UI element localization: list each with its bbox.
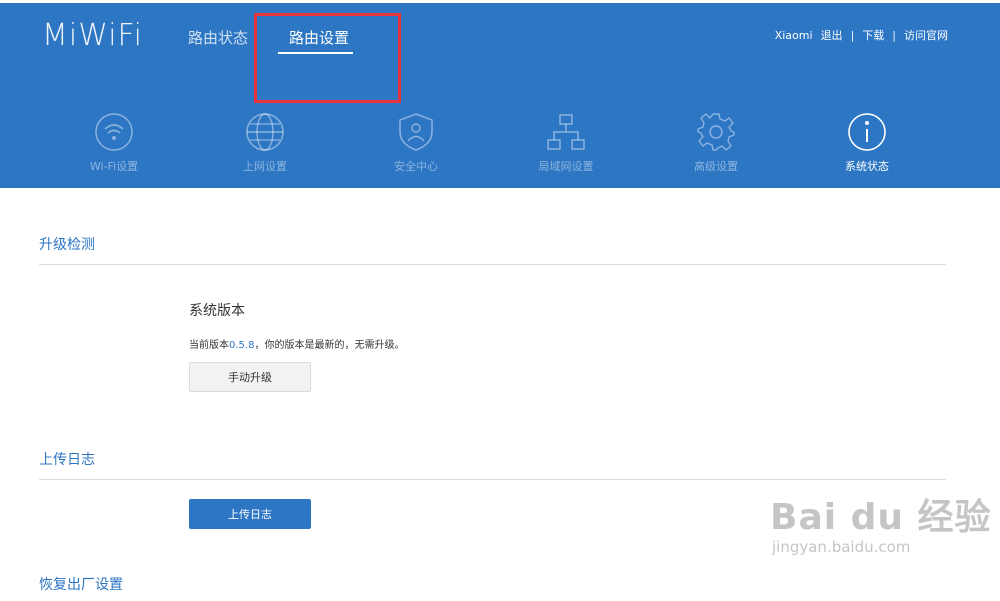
shield-icon: [399, 113, 433, 151]
top-border: [0, 0, 1000, 3]
watermark-url: jingyan.baidu.com: [772, 538, 911, 556]
upload-log-button[interactable]: 上传日志: [189, 499, 311, 529]
logout-link[interactable]: 退出: [821, 27, 843, 43]
tab-router-status[interactable]: 路由状态: [188, 27, 248, 48]
nav-label: 高级设置: [694, 160, 738, 173]
factory-reset-section-title: 恢复出厂设置: [39, 577, 123, 593]
system-version-title: 系统版本: [189, 303, 245, 319]
wifi-icon: [95, 113, 133, 151]
nav-label: 安全中心: [394, 160, 438, 173]
version-info: 当前版本0.5.8，你的版本是最新的，无需升级。: [189, 336, 404, 351]
section-divider: [39, 264, 946, 265]
nav-label: Wi-Fi设置: [89, 160, 139, 173]
header-links: Xiaomi 退出 | 下载 | 访问官网: [775, 27, 948, 43]
manual-upgrade-button[interactable]: 手动升级: [189, 362, 311, 392]
nav-system-status[interactable]: 系统状态: [807, 112, 927, 174]
separator: |: [892, 28, 896, 42]
red-highlight-box: [254, 13, 401, 103]
nav-label: 系统状态: [845, 160, 889, 173]
top-header: MiWiFi 路由状态 路由设置 Xiaomi 退出 | 下载 | 访问官网 W…: [0, 0, 1000, 188]
network-icon: [547, 114, 585, 150]
nav-wifi-settings[interactable]: Wi-Fi设置: [54, 112, 174, 174]
watermark-main: Bai du 经验: [770, 497, 992, 538]
version-suffix: ，你的版本是最新的，无需升级。: [254, 340, 405, 351]
upgrade-section-title: 升级检测: [39, 237, 95, 253]
nav-security-center[interactable]: 安全中心: [356, 112, 476, 174]
globe-icon: [246, 113, 284, 151]
nav-advanced-settings[interactable]: 高级设置: [656, 112, 776, 174]
baidu-watermark: Bai du 经验 jingyan.baidu.com: [770, 488, 992, 556]
nav-label: 局域网设置: [538, 160, 594, 173]
info-icon: [848, 113, 886, 151]
nav-label: 上网设置: [243, 160, 287, 173]
upload-log-section-title: 上传日志: [39, 452, 95, 468]
nav-internet-settings[interactable]: 上网设置: [205, 112, 325, 174]
section-divider: [39, 479, 946, 480]
user-name: Xiaomi: [774, 28, 813, 42]
visit-website-link[interactable]: 访问官网: [904, 27, 948, 43]
download-link[interactable]: 下载: [862, 27, 884, 43]
version-number: 0.5.8: [229, 340, 255, 351]
separator: |: [850, 28, 855, 42]
gear-icon: [697, 113, 735, 151]
nav-lan-settings[interactable]: 局域网设置: [506, 112, 626, 174]
version-prefix: 当前版本: [189, 340, 229, 351]
miwifi-logo[interactable]: MiWiFi: [42, 18, 143, 53]
